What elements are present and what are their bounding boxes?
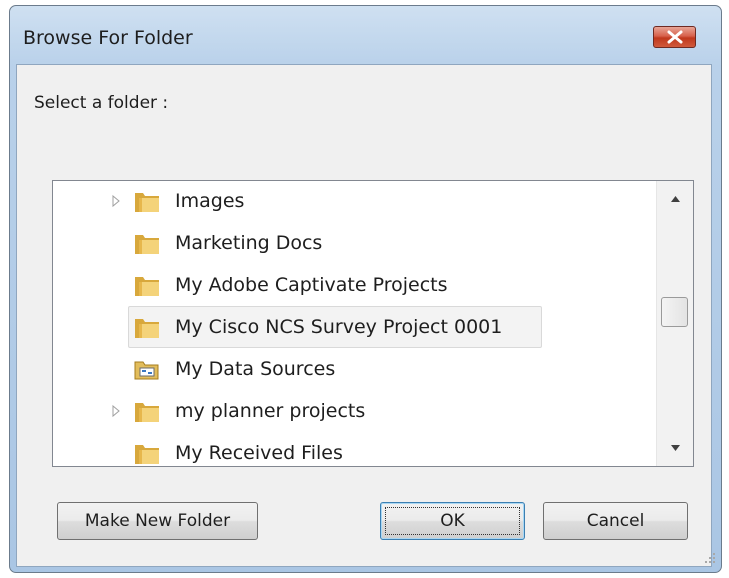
expand-arrow-icon[interactable] bbox=[111, 194, 121, 208]
scroll-down-arrow-icon bbox=[671, 445, 680, 451]
scroll-up-arrow-icon bbox=[671, 196, 680, 202]
tree-item-my-planner-projects[interactable]: my planner projects bbox=[53, 392, 653, 432]
cancel-button[interactable]: Cancel bbox=[543, 502, 688, 540]
tree-item-label: My Adobe Captivate Projects bbox=[175, 274, 448, 296]
tree-item-my-data-sources[interactable]: My Data Sources bbox=[53, 350, 653, 390]
tree-item-my-adobe-captivate-projects[interactable]: My Adobe Captivate Projects bbox=[53, 266, 653, 306]
folder-tree[interactable]: Images Marketing Docs My Adobe Captivate… bbox=[52, 180, 694, 467]
tree-item-marketing-docs[interactable]: Marketing Docs bbox=[53, 224, 653, 264]
tree-item-my-received-files[interactable]: My Received Files bbox=[53, 434, 653, 466]
vertical-scrollbar[interactable] bbox=[656, 181, 693, 466]
tree-item-label: Marketing Docs bbox=[175, 232, 323, 254]
data-sources-folder-icon bbox=[134, 361, 159, 380]
folder-icon bbox=[135, 235, 159, 254]
select-folder-prompt: Select a folder : bbox=[34, 93, 169, 113]
folder-icon bbox=[135, 277, 159, 296]
folder-icon bbox=[135, 403, 159, 422]
folder-icon bbox=[135, 445, 159, 464]
close-button[interactable] bbox=[653, 26, 696, 48]
make-new-folder-button[interactable]: Make New Folder bbox=[57, 502, 258, 540]
scroll-up-button[interactable] bbox=[657, 181, 693, 217]
tree-item-images[interactable]: Images bbox=[53, 182, 653, 222]
expand-arrow-icon[interactable] bbox=[111, 404, 121, 418]
tree-item-my-cisco-ncs-survey-project-0001[interactable]: My Cisco NCS Survey Project 0001 bbox=[53, 308, 653, 348]
close-icon bbox=[667, 30, 683, 44]
tree-item-label: My Data Sources bbox=[175, 358, 336, 380]
resize-grip-icon[interactable] bbox=[703, 551, 717, 565]
dialog-title: Browse For Folder bbox=[23, 27, 193, 49]
focus-rectangle bbox=[385, 507, 520, 535]
tree-item-label: My Cisco NCS Survey Project 0001 bbox=[175, 316, 503, 338]
tree-item-label: my planner projects bbox=[175, 400, 366, 422]
folder-icon bbox=[135, 319, 159, 338]
tree-item-label: Images bbox=[175, 190, 245, 212]
scroll-down-button[interactable] bbox=[657, 430, 693, 466]
folder-icon bbox=[135, 193, 159, 212]
ok-button[interactable]: OK bbox=[380, 502, 525, 540]
cancel-label: Cancel bbox=[586, 511, 645, 531]
scrollbar-thumb[interactable] bbox=[661, 297, 688, 327]
make-new-folder-label: Make New Folder bbox=[84, 511, 231, 531]
tree-item-label: My Received Files bbox=[175, 442, 343, 464]
